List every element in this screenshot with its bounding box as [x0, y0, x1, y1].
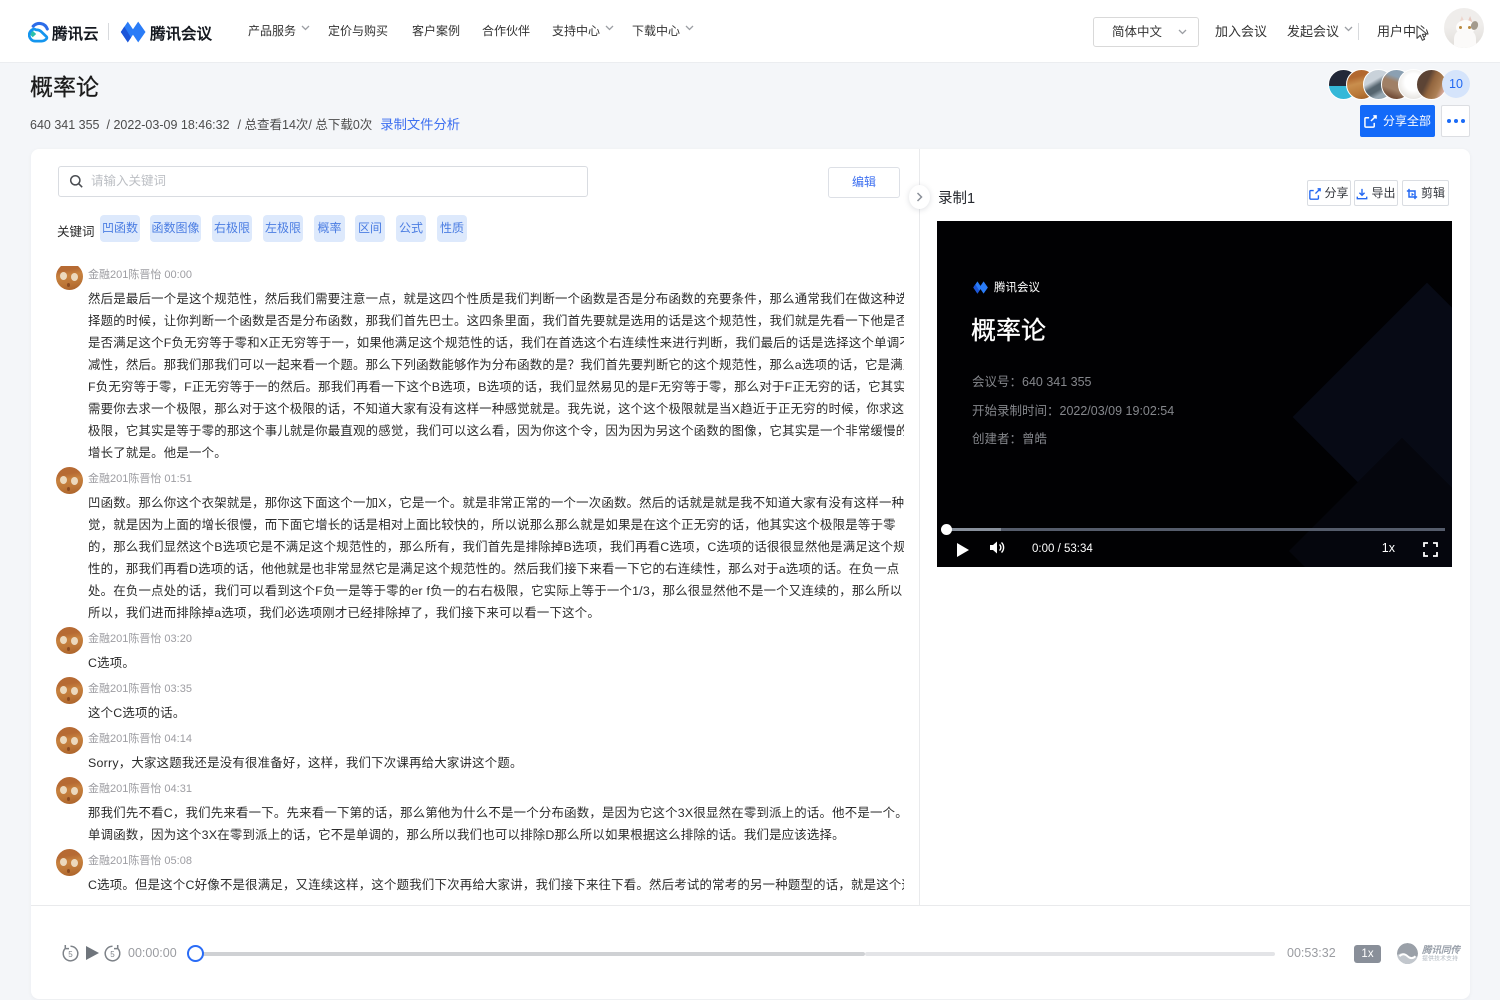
- svg-text:5: 5: [68, 950, 73, 959]
- svg-text:5: 5: [110, 950, 115, 959]
